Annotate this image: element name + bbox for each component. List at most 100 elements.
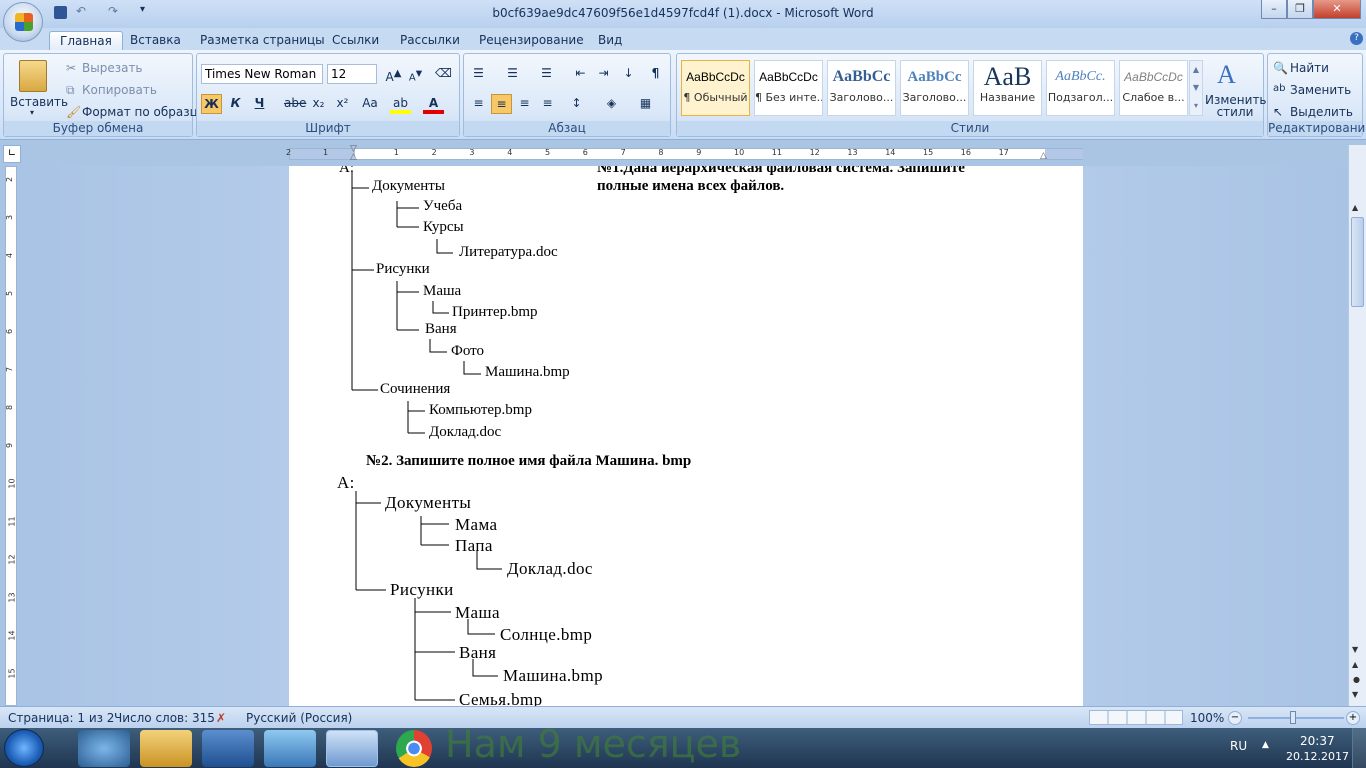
view-buttons[interactable] xyxy=(1089,710,1183,725)
clock-date[interactable]: 20.12.2017 xyxy=(1286,750,1349,763)
vertical-ruler-mark: 6 xyxy=(5,328,15,335)
align-right-icon[interactable]: ≡ xyxy=(514,94,535,114)
ruler-mark: 7 xyxy=(620,148,626,157)
align-center-icon[interactable]: ≡ xyxy=(491,94,512,114)
strikethrough-button[interactable]: abe xyxy=(284,94,306,114)
vertical-ruler[interactable]: 2 3 4 5 6 7 8 9 10 11 12 13 14 15 xyxy=(5,166,17,706)
vertical-ruler-mark: 13 xyxy=(7,592,17,603)
tab-home[interactable]: Главная xyxy=(49,31,123,50)
font-name-combo[interactable]: Times New Roman xyxy=(201,64,323,84)
numbering-icon[interactable]: ☰ xyxy=(502,64,523,84)
close-button[interactable]: ✕ xyxy=(1313,0,1361,19)
clock-time[interactable]: 20:37 xyxy=(1300,734,1335,748)
scroll-up-icon[interactable]: ▲ xyxy=(1352,203,1358,212)
taskbar-word-icon[interactable] xyxy=(326,730,378,767)
tab-references[interactable]: Ссылки xyxy=(322,31,389,50)
help-icon[interactable]: ? xyxy=(1350,32,1363,45)
next-page-icon[interactable]: ▼ xyxy=(1352,690,1358,699)
input-language[interactable]: RU xyxy=(1230,739,1247,753)
cut-button[interactable]: Вырезать xyxy=(82,61,143,75)
tab-view[interactable]: Вид xyxy=(588,31,632,50)
tray-arrow-icon[interactable]: ▲ xyxy=(1262,740,1269,750)
start-button[interactable] xyxy=(4,729,44,767)
page-count[interactable]: Страница: 1 из 2 xyxy=(8,711,114,725)
indent-marker-icon[interactable]: ▽ △ xyxy=(350,145,360,162)
taskbar-paint-icon[interactable] xyxy=(264,730,316,767)
copy-button[interactable]: Копировать xyxy=(82,83,157,97)
replace-button[interactable]: Заменить xyxy=(1290,83,1351,97)
vertical-ruler-mark: 4 xyxy=(5,252,15,259)
right-indent-marker-icon[interactable]: △ xyxy=(1040,151,1047,161)
multilevel-list-icon[interactable]: ☰ xyxy=(536,64,557,84)
prev-page-icon[interactable]: ▲ xyxy=(1352,660,1358,669)
office-button[interactable] xyxy=(3,2,43,42)
underline-button[interactable]: Ч xyxy=(249,94,270,114)
format-painter-button[interactable]: Формат по образцу xyxy=(82,105,205,119)
sort-icon[interactable]: ↓ xyxy=(618,64,639,84)
style-heading1[interactable]: AaBbCc Заголово... xyxy=(827,60,896,116)
decrease-indent-icon[interactable]: ⇤ xyxy=(570,64,591,84)
zoom-slider-thumb[interactable] xyxy=(1290,711,1296,724)
show-marks-icon[interactable]: ¶ xyxy=(645,64,666,84)
horizontal-ruler[interactable]: ▽ △ △ 2 1 1 2 3 4 5 6 7 8 9 10 11 12 13 14 15 16 17 xyxy=(286,145,1083,162)
show-desktop-button[interactable] xyxy=(1352,728,1366,768)
scroll-thumb[interactable] xyxy=(1351,217,1364,307)
taskbar: Нам 9 месяцев RU ▲ 20:37 20.12.2017 xyxy=(0,722,1366,768)
zoom-slider[interactable] xyxy=(1248,717,1344,719)
taskbar-media-icon[interactable] xyxy=(78,730,130,767)
bold-button[interactable]: Ж xyxy=(201,94,222,114)
tab-review[interactable]: Рецензирование xyxy=(469,31,594,50)
page[interactable]: №1.Дана иерархическая файловая система. … xyxy=(289,166,1083,706)
highlight-icon[interactable]: ab xyxy=(390,94,411,114)
shading-icon[interactable]: ◈ xyxy=(601,94,622,114)
tree1-file-lit: Литература.doc xyxy=(459,244,558,260)
style-title[interactable]: AaB Название xyxy=(973,60,1042,116)
vertical-scrollbar[interactable]: ▲ ▼ ▲ ● ▼ xyxy=(1348,145,1366,706)
shrink-font-icon[interactable]: A▼ xyxy=(405,64,426,84)
change-styles-button[interactable]: Изменить стили xyxy=(1205,94,1267,118)
maximize-button[interactable]: ❐ xyxy=(1287,0,1313,19)
superscript-button[interactable]: x² xyxy=(332,94,353,114)
style-no-spacing[interactable]: AaBbCcDc ¶ Без инте... xyxy=(754,60,823,116)
font-color-icon[interactable]: A xyxy=(423,94,444,114)
italic-button[interactable]: К xyxy=(225,94,246,114)
borders-icon[interactable]: ▦ xyxy=(635,94,656,114)
scroll-down-icon[interactable]: ▼ xyxy=(1352,645,1358,654)
style-subtle-emphasis[interactable]: AaBbCcDc Слабое в... xyxy=(1119,60,1188,116)
taskbar-chrome-icon[interactable] xyxy=(396,730,432,767)
paste-dropdown-icon[interactable]: ▾ xyxy=(30,108,34,117)
tab-selector-icon[interactable]: ∟ xyxy=(3,145,21,163)
spellcheck-icon[interactable]: ✗ xyxy=(216,711,226,725)
styles-scroll-icon[interactable]: ▲ ▼ ▾ xyxy=(1189,60,1203,116)
style-subtitle[interactable]: AaBbCc. Подзагол... xyxy=(1046,60,1115,116)
paste-button[interactable]: Вставить xyxy=(10,95,68,109)
tab-layout[interactable]: Разметка страницы xyxy=(190,31,335,50)
change-case-button[interactable]: Аа xyxy=(357,94,383,114)
find-button[interactable]: Найти xyxy=(1290,61,1329,75)
justify-icon[interactable]: ≡ xyxy=(537,94,558,114)
language-status[interactable]: Русский (Россия) xyxy=(246,711,352,725)
zoom-out-icon[interactable]: − xyxy=(1228,711,1242,725)
grow-font-icon[interactable]: A▲ xyxy=(383,64,404,84)
tab-mailings[interactable]: Рассылки xyxy=(390,31,470,50)
style-normal[interactable]: AaBbCcDc ¶ Обычный xyxy=(681,60,750,116)
tab-insert[interactable]: Вставка xyxy=(120,31,191,50)
subscript-button[interactable]: x₂ xyxy=(308,94,329,114)
paragraph-label: Абзац xyxy=(464,121,670,136)
increase-indent-icon[interactable]: ⇥ xyxy=(593,64,614,84)
zoom-in-icon[interactable]: + xyxy=(1346,711,1360,725)
font-size-combo[interactable]: 12 xyxy=(327,64,377,84)
style-heading2[interactable]: AaBbCc Заголово... xyxy=(900,60,969,116)
minimize-button[interactable]: – xyxy=(1261,0,1287,19)
word-count[interactable]: Число слов: 315 xyxy=(114,711,215,725)
clear-format-icon[interactable]: ⌫ xyxy=(433,64,454,84)
line-spacing-icon[interactable]: ↕ xyxy=(566,94,587,114)
browse-object-icon[interactable]: ● xyxy=(1353,675,1360,684)
bullets-icon[interactable]: ☰ xyxy=(468,64,489,84)
tree-lines xyxy=(351,172,502,701)
select-button[interactable]: Выделить xyxy=(1290,105,1353,119)
taskbar-explorer-icon[interactable] xyxy=(140,730,192,767)
taskbar-player-icon[interactable] xyxy=(202,730,254,767)
zoom-level[interactable]: 100% xyxy=(1190,711,1224,725)
align-left-icon[interactable]: ≡ xyxy=(468,94,489,114)
